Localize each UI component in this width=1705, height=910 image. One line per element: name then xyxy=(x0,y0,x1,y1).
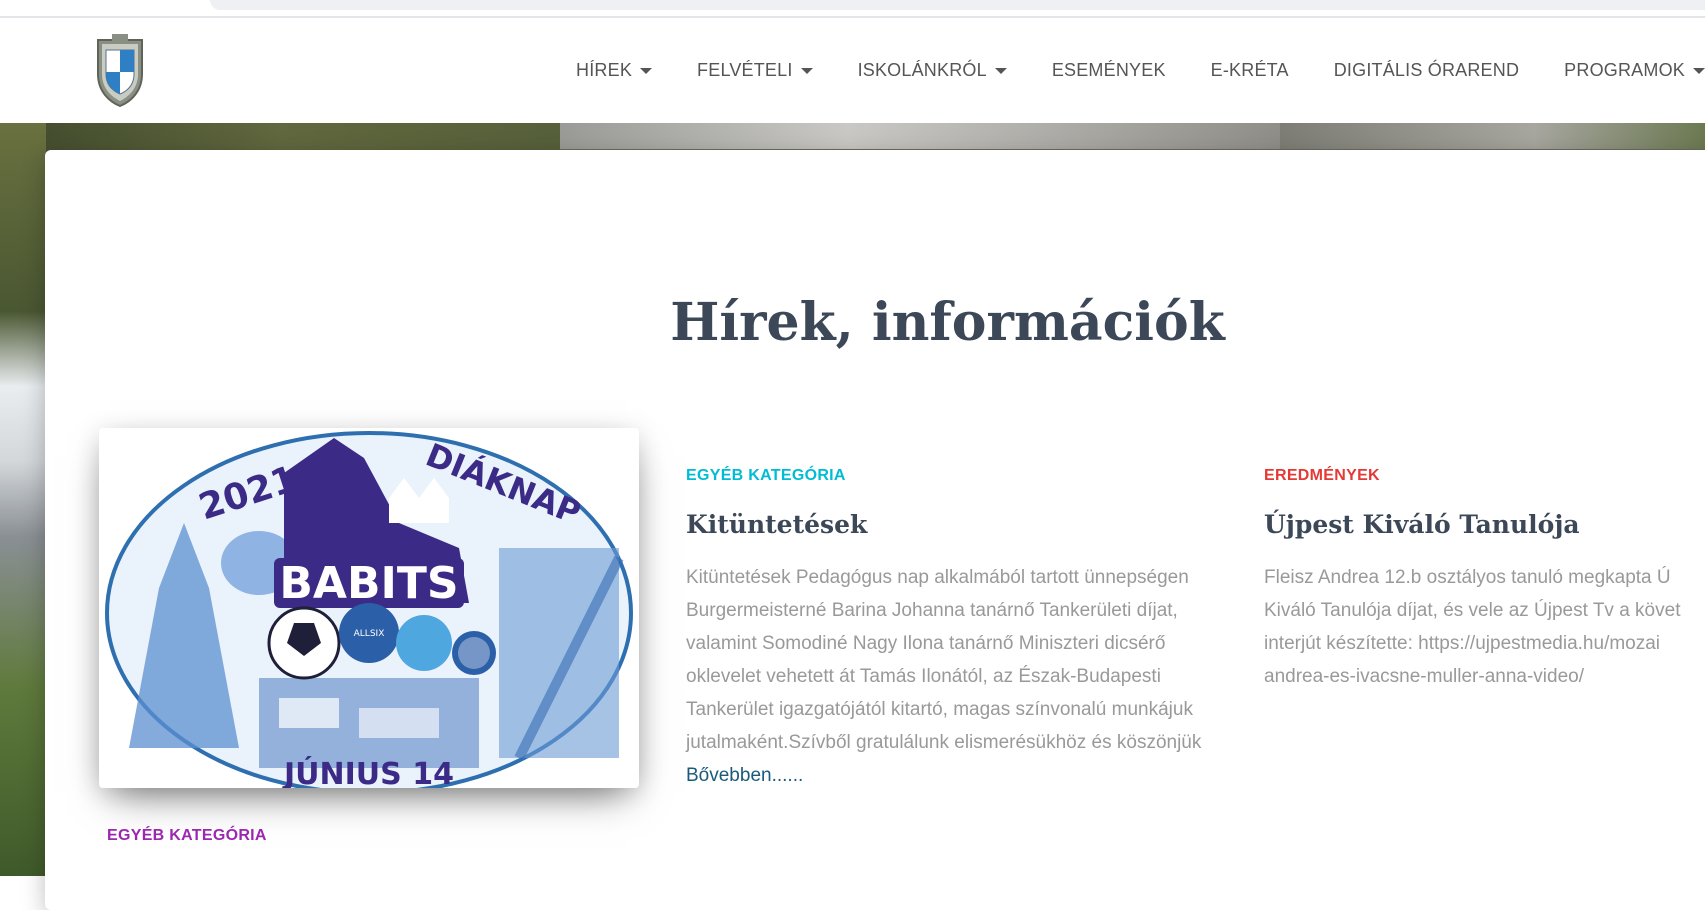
post-excerpt: Fleisz Andrea 12.b osztályos tanuló megk… xyxy=(1264,561,1705,693)
nav-item-hirek[interactable]: HÍREK xyxy=(576,60,653,81)
hero-left-edge-photo xyxy=(0,123,46,876)
caret-down-icon xyxy=(800,67,813,74)
nav-item-label: PROGRAMOK xyxy=(1564,60,1685,80)
main-navigation: HÍREK FELVÉTELI ISKOLÁNKRÓL ESEMÉNYEK E-… xyxy=(531,18,1705,123)
post-category[interactable]: EGYÉB KATEGÓRIA xyxy=(107,827,267,845)
diaknap-poster-image: 2021 DIÁKNAP BABITS ALLSIX JÚNIUS 14 xyxy=(99,428,639,788)
excerpt-line: Fleisz Andrea 12.b osztályos tanuló megk… xyxy=(1264,567,1671,588)
excerpt-line: interjút készítette: https://ujpestmedia… xyxy=(1264,633,1661,654)
poster-tag: ALLSIX xyxy=(354,629,385,639)
nav-item-esemenyek[interactable]: ESEMÉNYEK xyxy=(1052,60,1166,81)
nav-item-label: FELVÉTELI xyxy=(697,60,793,80)
post-title[interactable]: Kitüntetések xyxy=(686,510,867,539)
post-image-diaknap[interactable]: 2021 DIÁKNAP BABITS ALLSIX JÚNIUS 14 xyxy=(99,428,639,788)
section-title: Hírek, információk xyxy=(670,292,1225,353)
address-bar[interactable] xyxy=(210,0,1705,10)
nav-item-label: ESEMÉNYEK xyxy=(1051,60,1166,80)
poster-brand: BABITS xyxy=(279,558,458,609)
nav-item-iskolankrol[interactable]: ISKOLÁNKRÓL xyxy=(858,60,1007,81)
nav-item-felveteli[interactable]: FELVÉTELI xyxy=(697,60,813,81)
nav-item-digitalis-orarend[interactable]: DIGITÁLIS ÓRAREND xyxy=(1334,60,1519,81)
nav-item-label: DIGITÁLIS ÓRAREND xyxy=(1333,60,1520,80)
hero-parking-lot xyxy=(1280,123,1705,149)
post-category[interactable]: EREDMÉNYEK xyxy=(1264,467,1705,485)
post-excerpt: Kitüntetések Pedagógus nap alkalmából ta… xyxy=(686,561,1206,792)
nav-item-label: E-KRÉTA xyxy=(1210,60,1289,80)
post-category[interactable]: EGYÉB KATEGÓRIA xyxy=(686,467,1206,485)
school-crest-logo[interactable] xyxy=(92,32,148,108)
excerpt-line: Kiváló Tanulója díjat, és vele az Újpest… xyxy=(1264,600,1681,621)
hero-building-roof xyxy=(560,123,1280,149)
caret-down-icon xyxy=(1693,67,1705,74)
nav-item-e-kreta[interactable]: E-KRÉTA xyxy=(1211,60,1289,81)
poster-date: JÚNIUS 14 xyxy=(282,755,454,788)
read-more-link[interactable]: Bővebben...... xyxy=(686,765,803,786)
site-navbar: HÍREK FELVÉTELI ISKOLÁNKRÓL ESEMÉNYEK E-… xyxy=(0,18,1705,123)
hero-trees xyxy=(0,123,560,153)
excerpt-line: andrea-es-ivacsne-muller-anna-video/ xyxy=(1264,666,1584,687)
caret-down-icon xyxy=(994,67,1007,74)
browser-toolbar-strip xyxy=(0,0,1705,18)
nav-item-label: ISKOLÁNKRÓL xyxy=(857,60,987,80)
nav-item-label: HÍREK xyxy=(576,60,633,80)
caret-down-icon xyxy=(640,67,653,74)
nav-item-programok[interactable]: PROGRAMOK xyxy=(1564,60,1705,81)
post-excerpt-text: Kitüntetések Pedagógus nap alkalmából ta… xyxy=(686,567,1202,753)
post-title[interactable]: Újpest Kiváló Tanulója xyxy=(1264,510,1580,539)
crest-icon xyxy=(97,34,143,108)
